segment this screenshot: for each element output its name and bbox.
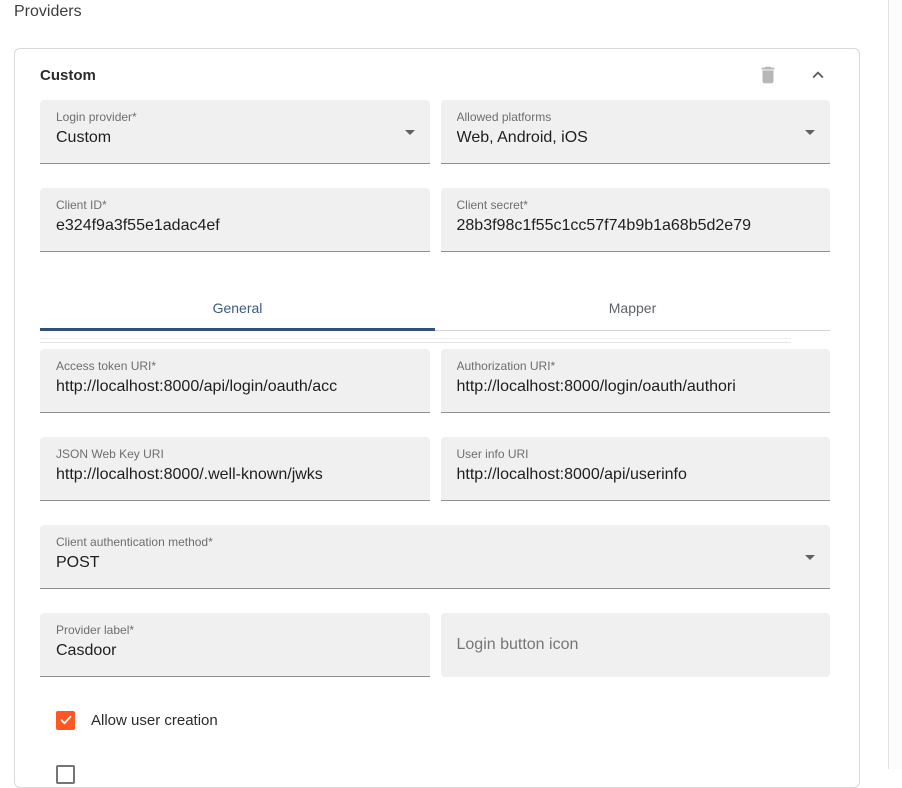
field-row-auth-method: Client authentication method* POST — [40, 525, 830, 589]
trash-icon — [757, 64, 779, 86]
dropdown-arrow-icon — [805, 130, 815, 135]
allowed-platforms-select[interactable]: Allowed platforms Web, Android, iOS — [441, 100, 831, 164]
provider-label-field[interactable]: Provider label* Casdoor — [40, 613, 430, 677]
provider-card-title: Custom — [40, 67, 96, 84]
field-row-label-icon: Provider label* Casdoor Login button ico… — [40, 613, 830, 677]
tab-body-divider — [40, 338, 791, 343]
access-token-uri-label: Access token URI* — [56, 359, 414, 373]
tab-general[interactable]: General — [40, 285, 435, 331]
user-info-uri-field[interactable]: User info URI http://localhost:8000/api/… — [441, 437, 831, 501]
page-title: Providers — [14, 3, 82, 21]
client-auth-method-label: Client authentication method* — [56, 535, 814, 549]
allowed-platforms-label: Allowed platforms — [457, 110, 815, 124]
dropdown-arrow-icon — [405, 130, 415, 135]
authorization-uri-label: Authorization URI* — [457, 359, 815, 373]
dropdown-arrow-icon — [805, 555, 815, 560]
field-row-uris-1: Access token URI* http://localhost:8000/… — [40, 349, 830, 413]
provider-tabs: General Mapper — [40, 285, 830, 331]
login-provider-select[interactable]: Login provider* Custom — [40, 100, 430, 164]
client-secret-value: 28b3f98c1f55c1cc57f74b9b1a68b5d2e79 — [457, 217, 815, 235]
scrollbar-track[interactable] — [888, 0, 902, 769]
client-id-field[interactable]: Client ID* e324f9a3f55e1adac4ef — [40, 188, 430, 252]
client-auth-method-select[interactable]: Client authentication method* POST — [40, 525, 830, 589]
allow-user-creation-label: Allow user creation — [91, 712, 218, 729]
provider-card: Custom Login provider* Custom Allowed pl… — [14, 48, 860, 788]
authorization-uri-value: http://localhost:8000/login/oauth/author… — [457, 378, 815, 396]
client-id-value: e324f9a3f55e1adac4ef — [56, 217, 414, 235]
access-token-uri-value: http://localhost:8000/api/login/oauth/ac… — [56, 378, 414, 396]
login-provider-label: Login provider* — [56, 110, 414, 124]
provider-label-label: Provider label* — [56, 623, 414, 637]
collapse-card-button[interactable] — [806, 63, 830, 87]
access-token-uri-field[interactable]: Access token URI* http://localhost:8000/… — [40, 349, 430, 413]
user-info-uri-value: http://localhost:8000/api/userinfo — [457, 466, 815, 484]
client-auth-method-value: POST — [56, 554, 814, 572]
client-secret-label: Client secret* — [457, 198, 815, 212]
login-button-icon-field[interactable]: Login button icon — [441, 613, 831, 677]
tab-divider — [435, 330, 830, 331]
json-web-key-uri-value: http://localhost:8000/.well-known/jwks — [56, 466, 414, 484]
delete-provider-button[interactable] — [756, 63, 780, 87]
provider-card-header: Custom — [40, 62, 830, 88]
provider-label-value: Casdoor — [56, 642, 414, 660]
json-web-key-uri-label: JSON Web Key URI — [56, 447, 414, 461]
tab-mapper[interactable]: Mapper — [435, 285, 830, 331]
authorization-uri-field[interactable]: Authorization URI* http://localhost:8000… — [441, 349, 831, 413]
user-info-uri-label: User info URI — [457, 447, 815, 461]
allowed-platforms-value: Web, Android, iOS — [457, 129, 815, 147]
second-option-checkbox[interactable] — [56, 765, 75, 784]
login-button-icon-placeholder: Login button icon — [457, 636, 579, 654]
tab-ink-bar — [40, 328, 435, 331]
allow-user-creation-row: Allow user creation — [56, 708, 830, 732]
chevron-up-icon — [807, 64, 829, 86]
client-secret-field[interactable]: Client secret* 28b3f98c1f55c1cc57f74b9b1… — [441, 188, 831, 252]
allow-user-creation-checkbox[interactable] — [56, 711, 75, 730]
checkmark-icon — [59, 713, 73, 727]
field-row-uris-2: JSON Web Key URI http://localhost:8000/.… — [40, 437, 830, 501]
client-id-label: Client ID* — [56, 198, 414, 212]
login-provider-value: Custom — [56, 129, 414, 147]
json-web-key-uri-field[interactable]: JSON Web Key URI http://localhost:8000/.… — [40, 437, 430, 501]
field-row-client: Client ID* e324f9a3f55e1adac4ef Client s… — [40, 188, 830, 252]
field-row-provider: Login provider* Custom Allowed platforms… — [40, 100, 830, 164]
